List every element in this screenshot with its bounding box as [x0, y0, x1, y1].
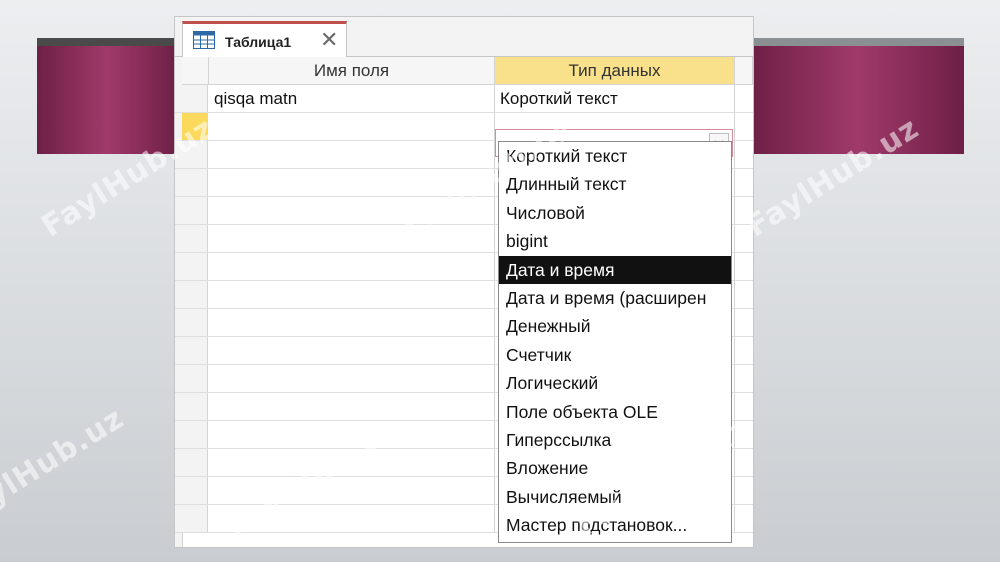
field-name-cell[interactable]: [209, 449, 495, 476]
watermark: FaylHub.uz: [0, 400, 131, 535]
field-name-cell[interactable]: [209, 113, 495, 140]
data-type-cell[interactable]: Короткий текст: [495, 85, 735, 112]
table-icon: [193, 31, 215, 54]
field-name-cell[interactable]: [209, 477, 495, 504]
field-name-cell[interactable]: [209, 253, 495, 280]
dropdown-option[interactable]: Вложение: [499, 454, 731, 482]
slide-top-strip-right: [752, 38, 964, 46]
field-name-cell[interactable]: [209, 365, 495, 392]
row-selector[interactable]: [182, 85, 208, 112]
dropdown-option[interactable]: Счетчик: [499, 341, 731, 369]
row-selector[interactable]: [182, 197, 208, 224]
dropdown-option[interactable]: bigint: [499, 227, 731, 255]
field-name-cell[interactable]: qisqa matn: [209, 85, 495, 112]
table-design-window: Таблица1 ✕ Имя поля Тип данных qisqa mat…: [174, 16, 754, 548]
tab-table1[interactable]: Таблица1 ✕: [182, 21, 347, 59]
dropdown-option[interactable]: Вычисляемый: [499, 483, 731, 511]
field-name-cell[interactable]: [209, 309, 495, 336]
slide-band-left: [37, 46, 177, 154]
dropdown-option[interactable]: Длинный текст: [499, 170, 731, 198]
dropdown-option[interactable]: Дата и время: [499, 255, 731, 284]
row-selector[interactable]: [182, 449, 208, 476]
tab-strip: Таблица1 ✕: [175, 17, 753, 59]
field-name-cell[interactable]: [209, 197, 495, 224]
row-selector[interactable]: [182, 365, 208, 392]
header-selector[interactable]: [182, 57, 209, 85]
row-selector[interactable]: [182, 421, 208, 448]
column-header-data-type[interactable]: Тип данных: [495, 57, 735, 85]
table-row: qisqa matn Короткий текст: [175, 85, 753, 113]
row-selector[interactable]: [182, 337, 208, 364]
dropdown-option[interactable]: Гиперссылка: [499, 426, 731, 454]
dropdown-option[interactable]: Мастер подстановок...: [499, 511, 731, 539]
field-name-cell[interactable]: [209, 225, 495, 252]
tab-title: Таблица1: [225, 34, 292, 50]
field-name-cell[interactable]: [209, 505, 495, 532]
column-header-extra: [735, 57, 753, 85]
dropdown-option[interactable]: Дата и время (расширен: [499, 284, 731, 312]
row-selector[interactable]: [182, 281, 208, 308]
row-selector[interactable]: [182, 253, 208, 280]
slide-top-strip-left: [37, 38, 177, 46]
data-type-dropdown-list: Короткий текст Длинный текст Числовой bigin…: [498, 141, 732, 543]
field-name-cell[interactable]: [209, 337, 495, 364]
field-name-cell[interactable]: [209, 281, 495, 308]
slide-band-right: [752, 46, 964, 154]
row-selector[interactable]: [182, 169, 208, 196]
row-selector[interactable]: [182, 309, 208, 336]
field-name-cell[interactable]: [209, 141, 495, 168]
dropdown-option[interactable]: Поле объекта OLE: [499, 398, 731, 426]
row-selector[interactable]: [182, 225, 208, 252]
row-selector-active[interactable]: [182, 113, 208, 140]
field-name-cell[interactable]: [209, 393, 495, 420]
dropdown-option[interactable]: Денежный: [499, 312, 731, 340]
dropdown-option[interactable]: Короткий текст: [499, 142, 731, 170]
row-selector[interactable]: [182, 141, 208, 168]
dropdown-option[interactable]: Логический: [499, 369, 731, 397]
field-name-cell[interactable]: [209, 421, 495, 448]
close-icon[interactable]: ✕: [320, 27, 338, 53]
field-name-cell[interactable]: [209, 169, 495, 196]
dropdown-option[interactable]: Числовой: [499, 199, 731, 227]
row-selector[interactable]: [182, 477, 208, 504]
row-selector[interactable]: [182, 505, 208, 532]
row-selector[interactable]: [182, 393, 208, 420]
column-header-field-name[interactable]: Имя поля: [209, 57, 495, 85]
